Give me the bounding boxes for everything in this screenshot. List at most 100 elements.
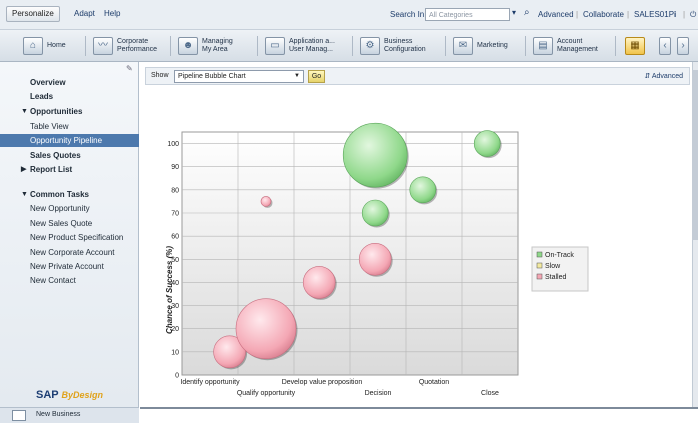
bubble xyxy=(409,176,437,204)
bubble xyxy=(302,266,336,299)
y-tick-label: 60 xyxy=(171,234,179,241)
legend-swatch xyxy=(536,251,543,258)
bubble xyxy=(260,196,272,207)
nav-corporate-performance[interactable]: 〰 Corporate Performance xyxy=(90,33,165,59)
nav-divider xyxy=(525,36,526,56)
account-icon: ▤ xyxy=(533,37,553,55)
chevron-left-icon: ‹ xyxy=(659,37,671,55)
bubble xyxy=(358,242,392,276)
user-name[interactable]: SALES01P xyxy=(634,10,674,19)
nav-label: Application a... User Manag... xyxy=(289,38,335,53)
legend-swatch xyxy=(536,273,543,280)
nav-account-management[interactable]: ▤ Account Management xyxy=(530,33,610,59)
sidebar-item-overview[interactable]: Overview xyxy=(0,76,139,89)
sidebar-item-label: Opportunities xyxy=(30,107,83,116)
bubble xyxy=(342,122,408,188)
y-tick-label: 0 xyxy=(175,373,179,380)
nav-sales-active[interactable]: ▦ xyxy=(622,33,648,59)
logo-main: SAP xyxy=(36,389,59,401)
task-new-opportunity[interactable]: New Opportunity xyxy=(0,202,139,215)
task-new-private-account[interactable]: New Private Account xyxy=(0,260,139,273)
adapt-link[interactable]: Adapt xyxy=(74,9,95,18)
separator: | xyxy=(683,10,686,19)
nav-label: Business Configuration xyxy=(384,38,426,53)
chart-icon: 〰 xyxy=(93,37,113,55)
task-new-corporate-account[interactable]: New Corporate Account xyxy=(0,246,139,259)
search-label: Search In: xyxy=(390,10,427,19)
bottom-panel-bar xyxy=(140,407,698,423)
advanced-search-link[interactable]: Advanced xyxy=(538,10,574,19)
chart-legend: On-Track Slow Stalled xyxy=(531,246,589,292)
work-center-nav: ⌂ Home 〰 Corporate Performance ☻ Managin… xyxy=(0,30,698,62)
window-icon xyxy=(12,410,26,421)
expanded-triangle-icon: ▼ xyxy=(21,108,28,115)
nav-marketing[interactable]: ✉ Marketing xyxy=(450,33,511,59)
legend-label: On-Track xyxy=(545,252,574,259)
gears-icon: ⚙ xyxy=(360,37,380,55)
sidebar-item-table-view[interactable]: Table View xyxy=(0,120,139,133)
folder-icon: ▭ xyxy=(265,37,285,55)
bottom-left-bar: New Business xyxy=(0,407,139,423)
dropdown-arrow-icon[interactable]: ▾ xyxy=(512,8,516,17)
chevron-right-icon: › xyxy=(677,37,689,55)
x-tick-label: Develop value proposition xyxy=(282,379,363,386)
legend-label: Stalled xyxy=(545,274,567,281)
x-tick-label: Close xyxy=(481,390,499,397)
collaborate-link[interactable]: Collaborate xyxy=(583,10,624,19)
sap-bydesign-logo: SAP ByDesign xyxy=(36,389,103,401)
logo-sub: ByDesign xyxy=(61,390,103,400)
task-new-product-specification[interactable]: New Product Specification xyxy=(0,231,139,244)
x-tick-label: Identify opportunity xyxy=(180,379,240,386)
marketing-icon: ✉ xyxy=(453,37,473,55)
y-axis-label: Chance of Success (%) xyxy=(165,246,174,334)
nav-divider xyxy=(170,36,171,56)
x-tick-label: Qualify opportunity xyxy=(237,390,296,397)
x-tick-label: Decision xyxy=(365,390,392,397)
sidebar-item-label: Report List xyxy=(30,165,73,174)
personalize-button[interactable]: Personalize xyxy=(6,6,60,22)
search-icon[interactable]: ⌕ xyxy=(524,7,530,18)
nav-divider xyxy=(445,36,446,56)
task-new-contact[interactable]: New Contact xyxy=(0,274,139,287)
sales-icon: ▦ xyxy=(625,37,645,55)
pin-icon[interactable]: ✎ xyxy=(126,64,133,73)
nav-label: Marketing xyxy=(477,42,508,49)
sidebar-item-opportunity-pipeline[interactable]: Opportunity Pipeline xyxy=(0,134,139,147)
nav-business-configuration[interactable]: ⚙ Business Configuration xyxy=(357,33,439,59)
logoff-icon[interactable]: ⏻ xyxy=(690,10,696,20)
help-link[interactable]: Help xyxy=(104,9,120,18)
bubble xyxy=(473,130,501,157)
sidebar-section-common-tasks[interactable]: ▼ Common Tasks xyxy=(0,188,139,201)
nav-application-user-management[interactable]: ▭ Application a... User Manag... xyxy=(262,33,350,59)
nav-label: Managing My Area xyxy=(202,38,233,53)
home-icon: ⌂ xyxy=(23,37,43,55)
nav-label: Account Management xyxy=(557,38,598,53)
sidebar-item-opportunities[interactable]: ▼ Opportunities xyxy=(0,105,139,118)
sidebar-item-report-list[interactable]: ▶ Report List xyxy=(0,163,139,176)
expanded-triangle-icon: ▼ xyxy=(21,191,28,198)
separator: | xyxy=(627,10,630,19)
sidebar-item-leads[interactable]: Leads xyxy=(0,90,139,103)
legend-label: Slow xyxy=(545,263,561,270)
y-tick-label: 10 xyxy=(171,349,179,356)
task-new-sales-quote[interactable]: New Sales Quote xyxy=(0,217,139,230)
sidebar-item-label: Common Tasks xyxy=(30,190,89,199)
nav-home[interactable]: ⌂ Home xyxy=(20,33,69,59)
nav-label: Home xyxy=(47,42,66,49)
sidebar-item-sales-quotes[interactable]: Sales Quotes xyxy=(0,149,139,162)
pipeline-bubble-chart: 0102030405060708090100Identify opportuni… xyxy=(165,122,589,397)
x-tick-label: Quotation xyxy=(419,379,449,386)
nav-managing-my-area[interactable]: ☻ Managing My Area xyxy=(175,33,245,59)
search-category-select[interactable]: All Categories xyxy=(425,8,510,21)
nav-label: Corporate Performance xyxy=(117,38,158,53)
info-icon[interactable]: i xyxy=(674,10,676,19)
sidebar: ✎ Overview Leads ▼ Opportunities Table V… xyxy=(0,62,139,407)
new-business-label[interactable]: New Business xyxy=(36,411,80,418)
legend-swatch xyxy=(536,262,543,269)
nav-scroll-right-button[interactable]: › xyxy=(674,33,692,59)
bubble xyxy=(361,199,389,227)
scrollbar-thumb[interactable] xyxy=(692,70,698,240)
separator: | xyxy=(576,10,579,19)
nav-scroll-left-button[interactable]: ‹ xyxy=(656,33,674,59)
bubble xyxy=(235,298,297,360)
